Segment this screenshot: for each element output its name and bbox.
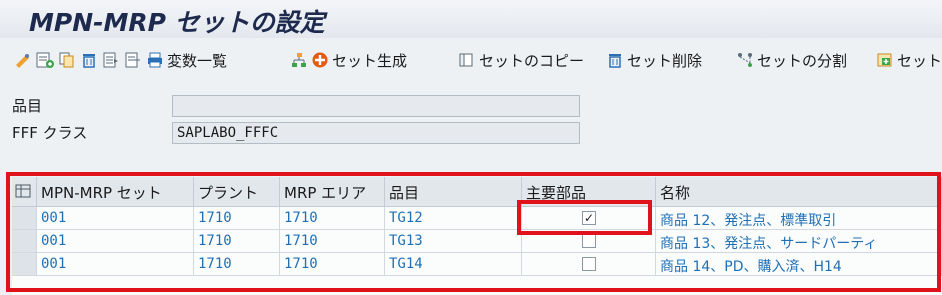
cell-main-part	[522, 230, 656, 253]
cell-name[interactable]: 商品 12、発注点、標準取引	[656, 207, 942, 230]
col-header-material[interactable]: 品目	[385, 177, 522, 207]
col-header-main-part[interactable]: 主要部品	[522, 177, 656, 207]
delete-set-label: セット削除	[627, 51, 703, 70]
page-title: MPN-MRP セットの設定	[29, 8, 325, 37]
table-row[interactable]: 001 1710 1710 TG12 ✓ 商品 12、発注点、標準取引	[12, 207, 942, 230]
cell-mrp-area[interactable]: 1710	[280, 253, 385, 276]
cell-mrp-area[interactable]: 1710	[280, 207, 385, 230]
row-selector[interactable]	[12, 253, 37, 276]
main-part-checkbox[interactable]	[582, 234, 596, 248]
select-all-icon[interactable]	[102, 48, 123, 72]
cell-set[interactable]: 001	[37, 253, 194, 276]
copy-icon[interactable]	[58, 48, 79, 72]
title-bar: MPN-MRP セットの設定	[0, 0, 942, 38]
add-set-icon	[876, 51, 894, 69]
variables-label: 変数一覧	[167, 51, 228, 70]
material-label: 品目	[12, 97, 43, 115]
main-part-checkbox[interactable]	[582, 257, 596, 271]
printer-icon	[146, 51, 164, 69]
col-header-mrp-area[interactable]: MRP エリア	[280, 177, 385, 207]
row-selector[interactable]	[12, 230, 37, 253]
col-header-set[interactable]: MPN-MRP セット	[37, 177, 194, 207]
delete-icon[interactable]	[80, 48, 101, 72]
edit-glasses-icon[interactable]	[14, 48, 35, 72]
col-header-plant[interactable]: プラント	[194, 177, 280, 207]
cell-name[interactable]: 商品 14、PD、購入済、H14	[656, 253, 942, 276]
fff-class-field[interactable]: SAPLABO_FFFC	[172, 122, 580, 144]
fff-class-label: FFF クラス	[12, 124, 88, 142]
cell-material[interactable]: TG13	[385, 230, 522, 253]
deselect-all-icon[interactable]	[124, 48, 145, 72]
col-header-name[interactable]: 名称	[656, 177, 942, 207]
row-selector[interactable]	[12, 207, 37, 230]
cell-name[interactable]: 商品 13、発注点、サードパーティ	[656, 230, 942, 253]
cell-material[interactable]: TG14	[385, 253, 522, 276]
split-set-button[interactable]: セットの分割	[736, 48, 847, 72]
cell-main-part: ✓	[522, 207, 656, 230]
generate-set-button[interactable]: セット生成	[290, 48, 407, 72]
generate-set-label: セット生成	[332, 51, 408, 70]
cell-plant[interactable]: 1710	[194, 230, 280, 253]
execute-icon	[311, 51, 329, 69]
copy-set-button[interactable]: セットのコピー	[458, 48, 584, 72]
cell-mrp-area[interactable]: 1710	[280, 230, 385, 253]
cell-set[interactable]: 001	[37, 230, 194, 253]
cell-material[interactable]: TG12	[385, 207, 522, 230]
main-part-checkbox[interactable]: ✓	[582, 211, 596, 225]
cell-main-part	[522, 253, 656, 276]
table-settings-icon[interactable]	[12, 177, 37, 207]
table-row[interactable]: 001 1710 1710 TG13 商品 13、発注点、サードパーティ	[12, 230, 942, 253]
split-set-label: セットの分割	[757, 51, 848, 70]
copy-set-label: セットのコピー	[479, 51, 585, 70]
more-set-button[interactable]: セットの	[876, 48, 942, 72]
new-entries-icon[interactable]	[36, 48, 57, 72]
table-row[interactable]: 001 1710 1710 TG14 商品 14、PD、購入済、H14	[12, 253, 942, 276]
structure-icon	[290, 51, 308, 69]
delete-set-button[interactable]: セット削除	[606, 48, 702, 72]
toolbar: 変数一覧 セット生成 セットのコピー セット削除 セットの分割 セットの	[0, 41, 942, 79]
mpn-set-table: MPN-MRP セット プラント MRP エリア 品目 主要部品 名称 001 …	[12, 177, 942, 295]
cell-set[interactable]: 001	[37, 207, 194, 230]
split-icon	[736, 51, 754, 69]
cell-plant[interactable]: 1710	[194, 207, 280, 230]
material-field[interactable]	[172, 95, 580, 117]
more-set-label: セットの	[897, 51, 942, 70]
trash-icon	[606, 51, 624, 69]
copy-set-icon	[458, 51, 476, 69]
print-variables-button[interactable]: 変数一覧	[146, 48, 227, 72]
cell-plant[interactable]: 1710	[194, 253, 280, 276]
